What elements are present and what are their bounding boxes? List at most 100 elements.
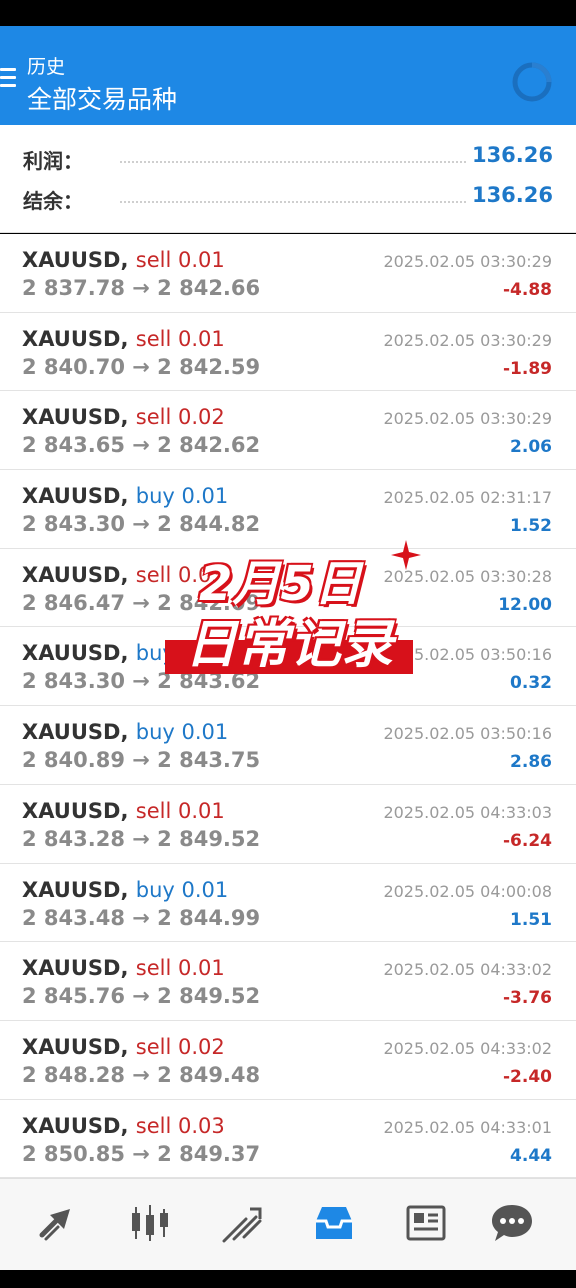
profit-label: 利润：: [23, 149, 83, 173]
profit-value: 136.26: [471, 143, 553, 167]
status-bar: [0, 0, 576, 26]
trade-row[interactable]: XAUUSD, sell 0.02 2 848.28 → 2 849.48 20…: [0, 1021, 576, 1100]
trade-prices: 2 850.85 → 2 849.37: [22, 1141, 261, 1166]
news-icon[interactable]: [404, 1201, 448, 1245]
trade-prices: 2 846.47 → 2 842.09: [22, 590, 261, 615]
sync-icon[interactable]: [510, 60, 554, 104]
trade-profit: 12.00: [498, 594, 552, 615]
trade-direction: buy 0.01: [135, 641, 229, 666]
trade-prices: 2 840.89 → 2 843.75: [22, 748, 261, 773]
trade-prices: 2 843.30 → 2 843.62: [22, 669, 261, 694]
trade-row[interactable]: XAUUSD, sell 0.01 2 840.70 → 2 842.59 20…: [0, 313, 576, 392]
trade-title: XAUUSD, sell 0.01: [22, 799, 225, 823]
trade-direction: sell 0.02: [135, 1034, 225, 1059]
trade-time: 2025.02.05 03:50:16: [383, 645, 552, 665]
trade-time: 2025.02.05 03:30:29: [383, 330, 552, 350]
trade-title: XAUUSD, sell 0.02: [22, 405, 225, 429]
bottom-navigation: [0, 1178, 576, 1270]
trade-symbol: XAUUSD,: [22, 405, 129, 430]
trade-history-list[interactable]: XAUUSD, sell 0.01 2 837.78 → 2 842.66 20…: [0, 234, 576, 1179]
trade-row[interactable]: XAUUSD, sell 0.02 2 843.65 → 2 842.62 20…: [0, 391, 576, 471]
trade-direction: buy 0.01: [135, 720, 229, 745]
trade-title: XAUUSD, buy 0.01: [22, 878, 228, 902]
trade-time: 2025.02.05 03:30:29: [383, 252, 552, 271]
trade-row[interactable]: XAUUSD, sell 0.01 2 843.28 → 2 849.52 20…: [0, 785, 576, 864]
trade-time: 2025.02.05 04:33:02: [383, 1038, 552, 1058]
trade-title: XAUUSD, sell 0.01: [22, 248, 225, 272]
trade-time: 2025.02.05 03:50:16: [383, 724, 552, 744]
trade-title: XAUUSD, sell 0.01: [22, 956, 225, 980]
menu-icon[interactable]: [0, 68, 18, 90]
trade-time: 2025.02.05 04:33:03: [383, 802, 552, 822]
trade-direction: sell 0.03: [135, 562, 225, 587]
trade-title: XAUUSD, sell 0.03: [22, 563, 225, 587]
trade-direction: buy 0.01: [135, 484, 229, 509]
summary-panel: 利润： 136.26 结余： 136.26: [0, 125, 576, 233]
trade-title: XAUUSD, buy 0.01: [22, 484, 228, 508]
trade-row[interactable]: XAUUSD, sell 0.01 2 837.78 → 2 842.66 20…: [0, 234, 576, 313]
trade-direction: buy 0.01: [135, 877, 229, 902]
trade-direction: sell 0.01: [135, 798, 225, 823]
trade-title: XAUUSD, buy 0.01: [22, 641, 228, 665]
trade-prices: 2 837.78 → 2 842.66: [22, 276, 261, 300]
app-header: 历史 全部交易品种: [0, 26, 576, 125]
trade-profit: 2.06: [510, 437, 552, 458]
trade-title: XAUUSD, sell 0.01: [22, 327, 225, 351]
profit-row: 利润： 136.26: [0, 139, 576, 179]
trade-direction: sell 0.01: [135, 326, 225, 351]
trade-symbol: XAUUSD,: [22, 956, 129, 981]
trade-profit: -4.88: [503, 280, 552, 300]
trade-profit: 1.51: [510, 909, 552, 930]
trade-direction: sell 0.01: [135, 248, 225, 272]
trade-time: 2025.02.05 04:33:01: [383, 1117, 552, 1137]
header-subtitle: 历史: [27, 56, 66, 78]
trade-symbol: XAUUSD,: [22, 248, 129, 272]
trade-symbol: XAUUSD,: [22, 720, 129, 745]
trade-time: 2025.02.05 02:31:17: [383, 488, 552, 508]
trade-row[interactable]: XAUUSD, buy 0.01 2 843.48 → 2 844.99 202…: [0, 864, 576, 943]
trade-symbol: XAUUSD,: [22, 1034, 129, 1059]
trade-row[interactable]: XAUUSD, sell 0.03 2 850.85 → 2 849.37 20…: [0, 1100, 576, 1179]
trade-symbol: XAUUSD,: [22, 562, 129, 587]
trade-symbol: XAUUSD,: [22, 641, 129, 666]
trade-time: 2025.02.05 03:30:28: [383, 566, 552, 586]
trade-row[interactable]: XAUUSD, buy 0.01 2 843.30 → 2 844.82 202…: [0, 470, 576, 549]
quotes-icon[interactable]: [36, 1201, 80, 1245]
trade-row[interactable]: XAUUSD, sell 0.01 2 845.76 → 2 849.52 20…: [0, 942, 576, 1021]
trade-time: 2025.02.05 03:30:29: [383, 409, 552, 429]
trade-direction: sell 0.03: [135, 1113, 225, 1138]
balance-dots: [120, 201, 466, 203]
trade-profit: -1.89: [503, 358, 552, 379]
trade-profit: -3.76: [503, 988, 552, 1009]
trade-profit: 0.32: [510, 673, 552, 694]
history-icon[interactable]: [312, 1201, 356, 1245]
trade-profit: 2.86: [510, 752, 552, 773]
trade-title: XAUUSD, sell 0.03: [22, 1114, 225, 1138]
trade-icon[interactable]: [220, 1201, 264, 1245]
trade-title: XAUUSD, buy 0.01: [22, 720, 228, 744]
balance-label: 结余：: [23, 189, 83, 213]
trade-symbol: XAUUSD,: [22, 798, 129, 823]
trade-prices: 2 843.28 → 2 849.52: [22, 826, 261, 851]
trade-title: XAUUSD, sell 0.02: [22, 1035, 225, 1059]
trade-prices: 2 848.28 → 2 849.48: [22, 1062, 261, 1087]
trade-direction: sell 0.01: [135, 956, 225, 981]
trade-profit: 1.52: [510, 516, 552, 537]
trade-symbol: XAUUSD,: [22, 1113, 129, 1138]
header-title[interactable]: 全部交易品种: [27, 80, 177, 116]
trade-time: 2025.02.05 04:33:02: [383, 960, 552, 980]
trade-symbol: XAUUSD,: [22, 484, 129, 509]
trade-row[interactable]: XAUUSD, buy 0.01 2 843.30 → 2 843.62 202…: [0, 627, 576, 707]
chat-icon[interactable]: [490, 1201, 534, 1245]
trade-prices: 2 843.65 → 2 842.62: [22, 433, 261, 458]
trade-direction: sell 0.02: [135, 405, 225, 430]
trade-profit: -6.24: [503, 830, 552, 851]
trade-time: 2025.02.05 04:00:08: [383, 881, 552, 901]
trade-prices: 2 840.70 → 2 842.59: [22, 354, 261, 379]
trade-row[interactable]: XAUUSD, sell 0.03 2 846.47 → 2 842.09 20…: [0, 549, 576, 628]
trade-row[interactable]: XAUUSD, buy 0.01 2 840.89 → 2 843.75 202…: [0, 706, 576, 785]
trade-profit: -2.40: [503, 1066, 552, 1087]
system-nav-bar: [0, 1270, 576, 1288]
trade-symbol: XAUUSD,: [22, 877, 129, 902]
chart-candles-icon[interactable]: [128, 1201, 172, 1245]
